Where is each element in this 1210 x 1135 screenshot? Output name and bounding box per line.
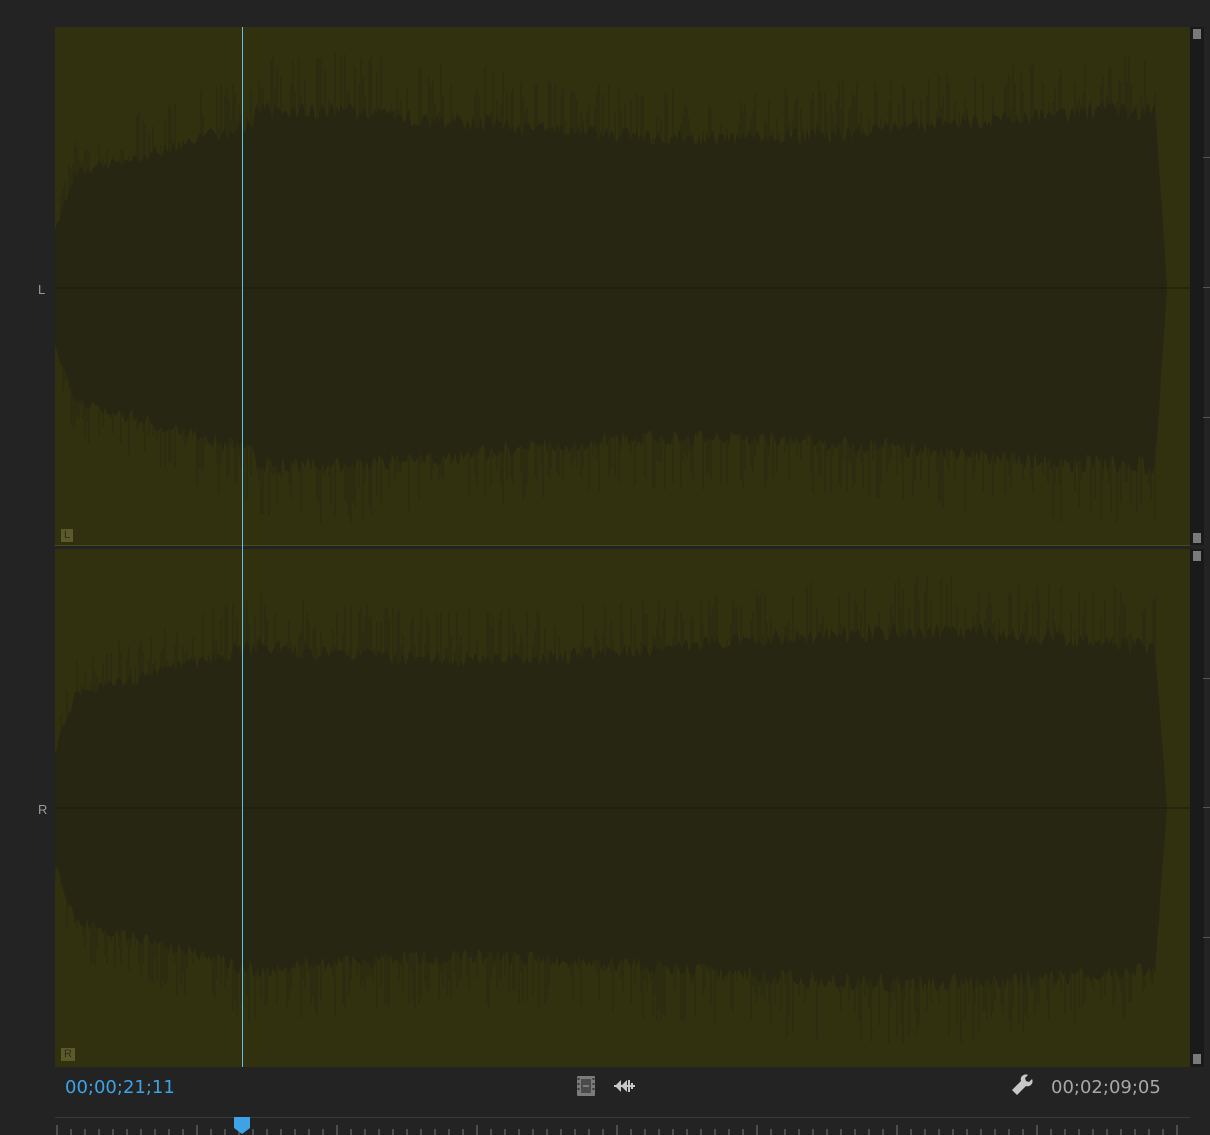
- db-tick: [1203, 807, 1210, 808]
- left-channel-scroll-bottom-handle[interactable]: [1193, 533, 1201, 543]
- waveform-channel-right[interactable]: [55, 549, 1190, 1067]
- db-tick: [1203, 937, 1210, 938]
- insert-video-icon[interactable]: [575, 1075, 597, 1097]
- insert-audio-icon[interactable]: [613, 1075, 639, 1097]
- channel-right-side-label: R: [38, 802, 48, 817]
- playhead-line[interactable]: [242, 27, 243, 1067]
- left-channel-scrollbar[interactable]: [1190, 27, 1204, 545]
- duration-timecode: 00;02;09;05: [1051, 1077, 1161, 1098]
- time-ruler[interactable]: [55, 1117, 1190, 1135]
- audio-source-monitor: L L R R 00;00;21;11 00;02;09;05: [0, 0, 1210, 1135]
- playhead-handle[interactable]: [233, 1116, 251, 1135]
- db-tick: [1203, 287, 1210, 288]
- db-tick: [1203, 417, 1210, 418]
- waveform-channel-left[interactable]: [55, 27, 1190, 545]
- waveform-right: [55, 574, 1190, 1045]
- channel-left-corner-label: L: [61, 529, 74, 542]
- settings-wrench-icon[interactable]: [1011, 1074, 1033, 1096]
- right-channel-scroll-top-handle[interactable]: [1193, 551, 1201, 561]
- waveform-left: [55, 52, 1190, 526]
- db-tick: [1203, 157, 1210, 158]
- db-tick: [1203, 678, 1210, 679]
- current-timecode[interactable]: 00;00;21;11: [65, 1077, 175, 1098]
- channel-right-corner-label: R: [61, 1048, 75, 1061]
- right-channel-scroll-bottom-handle[interactable]: [1193, 1054, 1201, 1064]
- right-channel-scrollbar[interactable]: [1190, 549, 1204, 1067]
- left-channel-scroll-top-handle[interactable]: [1193, 29, 1201, 39]
- channel-left-side-label: L: [38, 282, 46, 297]
